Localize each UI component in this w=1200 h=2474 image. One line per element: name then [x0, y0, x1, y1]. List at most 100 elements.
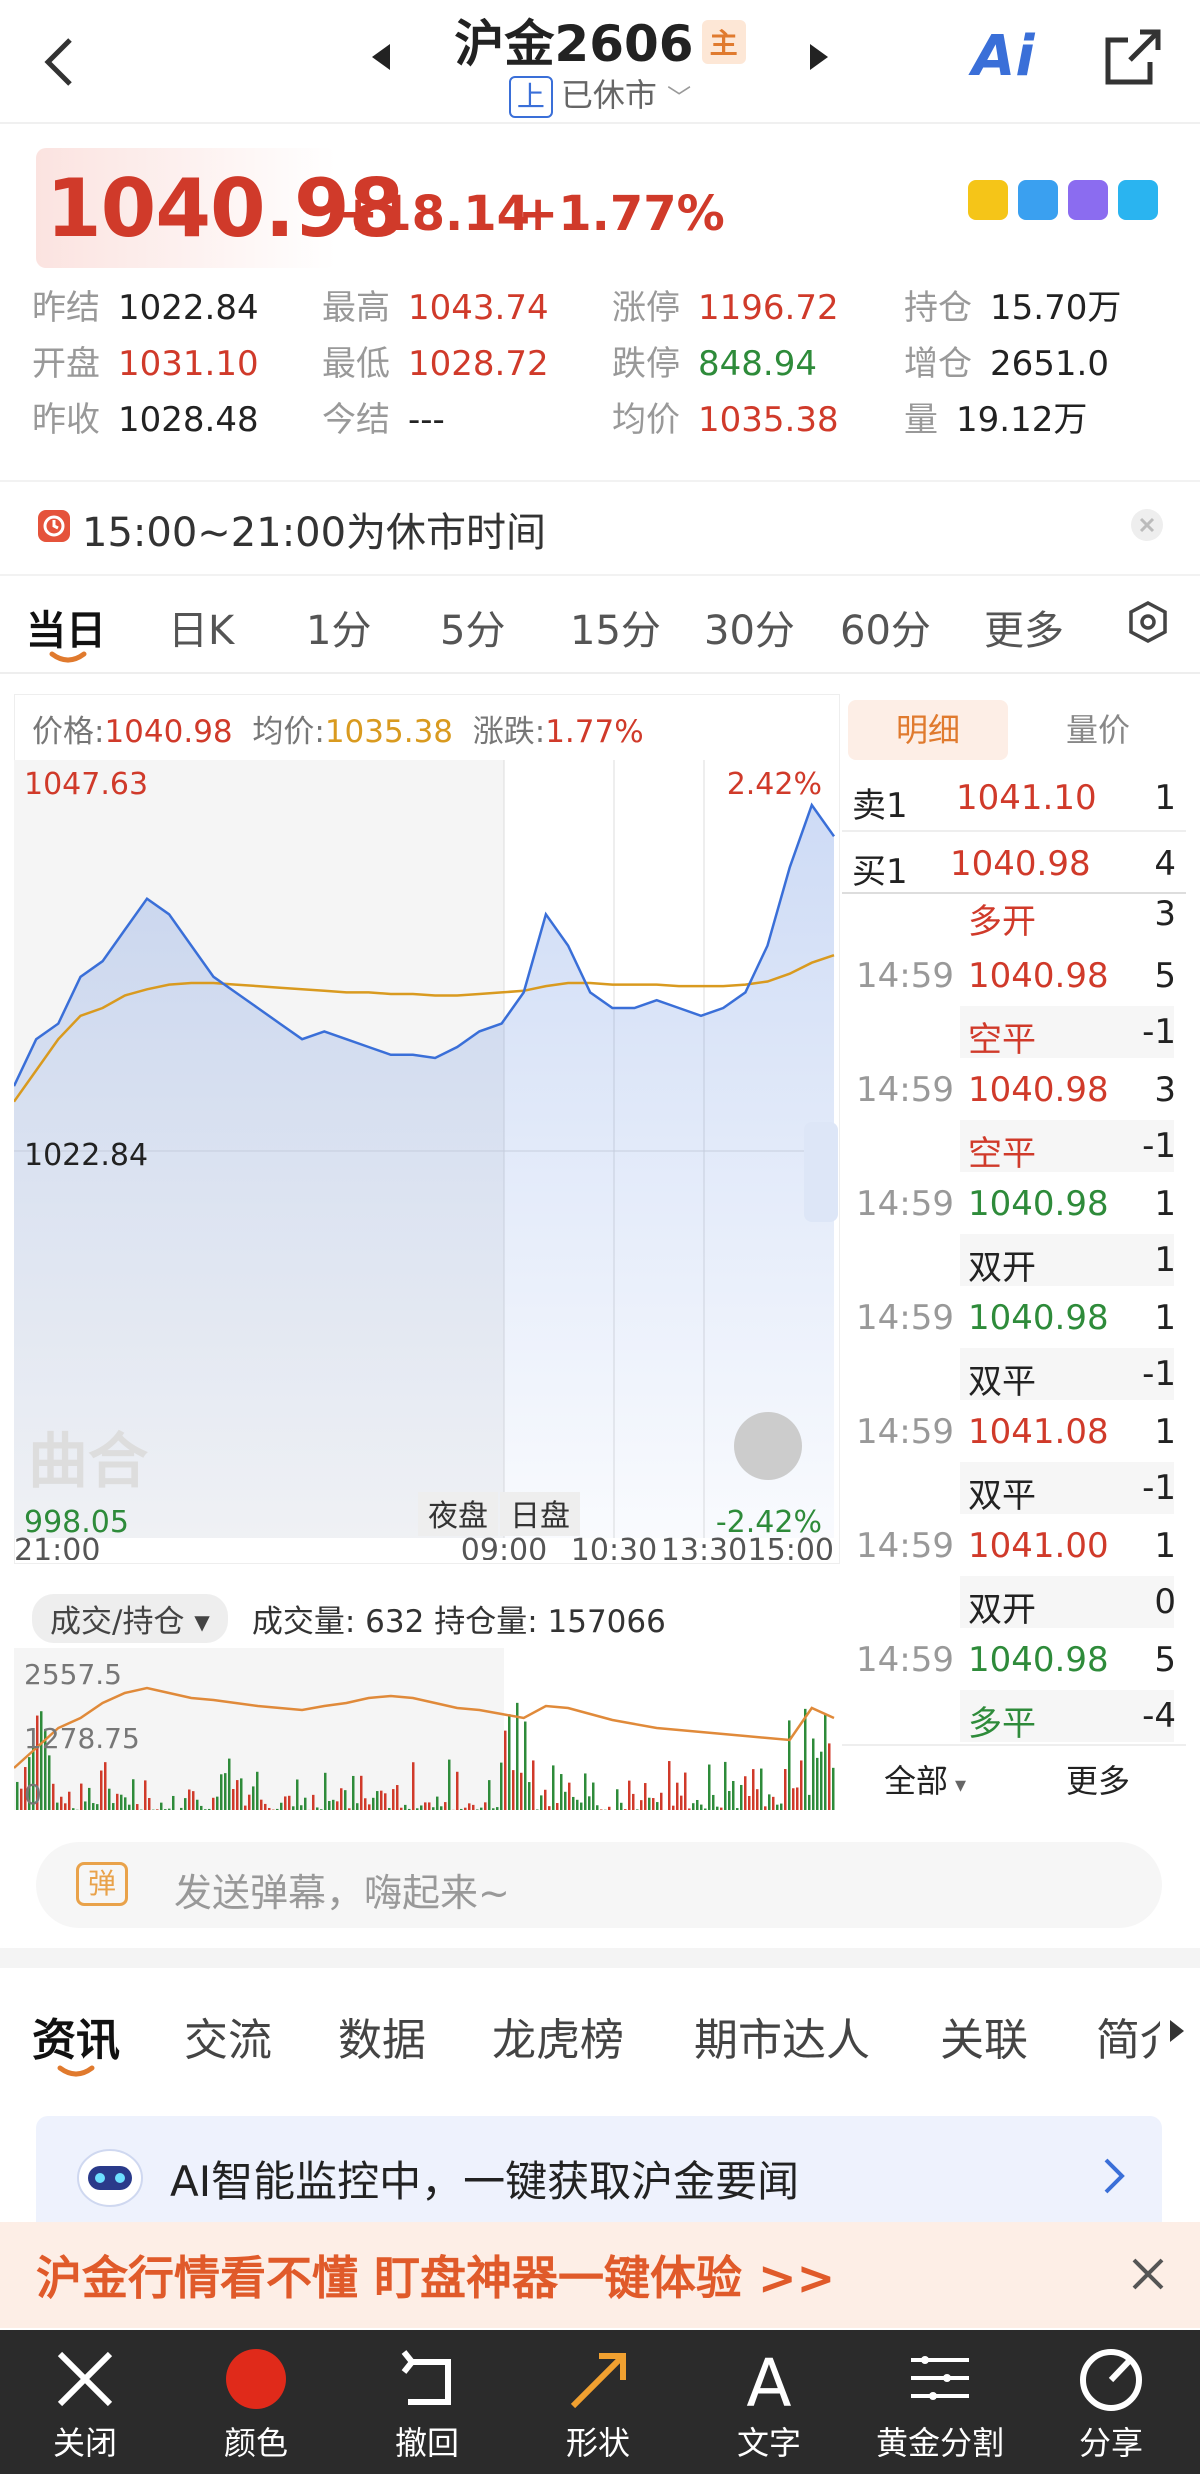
x-tick-label: 21:00 — [14, 1533, 100, 1560]
volume-bar — [68, 1791, 71, 1810]
tab-period[interactable]: 30分 — [704, 598, 795, 656]
volume-bar — [592, 1782, 595, 1810]
trade-time: 14:59 — [856, 1640, 954, 1680]
news-tab[interactable]: 简介 — [1096, 2004, 1160, 2068]
stat-item: 增仓 2651.0 — [904, 344, 1109, 384]
volume-bar — [116, 1793, 119, 1810]
caret-down-icon: ▾ — [948, 1773, 967, 1798]
volume-bar — [128, 1804, 131, 1810]
tab-period[interactable]: 1分 — [306, 598, 371, 656]
volume-bar — [792, 1788, 795, 1810]
volume-chart[interactable]: 2557.5 1278.75 0 — [14, 1648, 840, 1810]
volume-bar — [84, 1801, 87, 1810]
volume-bar — [48, 1755, 51, 1810]
volume-bar — [500, 1762, 503, 1810]
share-external-icon[interactable] — [1100, 26, 1164, 90]
volume-selector[interactable]: 成交/持仓 ▾ — [32, 1594, 228, 1643]
trade-type: 双平 — [968, 1476, 1036, 1516]
ai-assistant-button[interactable]: Ai — [972, 24, 1035, 89]
expand-panel-handle[interactable] — [804, 1122, 838, 1222]
tab-period[interactable]: 当日 — [26, 598, 106, 656]
news-tab[interactable]: 龙虎榜 — [492, 2004, 624, 2068]
intraday-chart[interactable]: 1047.63 2.42%1022.84998.05 -2.42%曲合夜盘 日盘21:… — [14, 760, 840, 1560]
volume-bar — [560, 1774, 563, 1810]
trade-type: 双平 — [968, 1362, 1036, 1402]
tab-period[interactable]: 日K — [168, 598, 234, 656]
volume-bar — [548, 1806, 551, 1810]
volume-bar — [724, 1761, 727, 1810]
news-tab[interactable]: 关联 — [940, 2004, 1028, 2068]
volume-bar — [400, 1807, 403, 1810]
stat-value: 848.94 — [698, 344, 817, 384]
news-tab[interactable]: 交流 — [184, 2004, 272, 2068]
tab-period[interactable]: 5分 — [440, 598, 505, 656]
volume-bar — [804, 1708, 807, 1810]
volume-bar — [432, 1807, 435, 1810]
close-notice-icon[interactable] — [1130, 508, 1164, 542]
fullscreen-icon[interactable] — [734, 1412, 802, 1480]
stat-item: 量 19.12万 — [904, 400, 1087, 440]
text-icon: A — [746, 2345, 791, 2414]
stat-item: 最高 1043.74 — [322, 288, 549, 328]
stat-item: 最低 1028.72 — [322, 344, 549, 384]
indicator-settings-icon[interactable] — [1126, 600, 1170, 644]
volume-bar — [436, 1796, 439, 1810]
tab-period[interactable]: 更多 — [984, 598, 1064, 656]
detail-tab[interactable]: 量价 — [1018, 700, 1178, 760]
idea-icon[interactable] — [1068, 180, 1108, 220]
stat-item: 昨结 1022.84 — [32, 288, 259, 328]
news-tab[interactable]: 期市达人 — [694, 2004, 870, 2068]
volume-bar — [348, 1808, 351, 1810]
news-tab[interactable]: 资讯 — [32, 2004, 120, 2068]
volume-bar — [492, 1808, 495, 1810]
tool-text[interactable]: A 文字 — [684, 2330, 854, 2474]
chart-chg: 1.77% — [545, 714, 644, 750]
stat-item: 开盘 1031.10 — [32, 344, 259, 384]
volume-bar — [352, 1775, 355, 1810]
watch-icon[interactable] — [968, 180, 1008, 220]
volume-bar — [120, 1794, 123, 1810]
detail-tab[interactable]: 明细 — [848, 700, 1008, 760]
news-tab[interactable]: 数据 — [338, 2004, 426, 2068]
tool-label: 文字 — [736, 2424, 801, 2462]
compare-icon[interactable] — [1018, 180, 1058, 220]
volume-bar — [380, 1790, 383, 1810]
analysis-icon[interactable] — [1118, 180, 1158, 220]
trade-filter[interactable]: 全部 ▾ — [884, 1756, 966, 1802]
tool-share[interactable]: 分享 — [1026, 2330, 1196, 2474]
volume-bar — [672, 1805, 675, 1810]
stat-item: 跌停 848.94 — [612, 344, 817, 384]
volume-bar — [60, 1796, 63, 1810]
tool-arrow[interactable]: 形状 — [513, 2330, 683, 2474]
volume-bar — [184, 1798, 187, 1810]
tool-close[interactable]: 关闭 — [0, 2330, 170, 2474]
volume-bar — [576, 1799, 579, 1810]
volume-bar — [796, 1787, 799, 1810]
session-tag: 夜盘 — [428, 1499, 488, 1534]
news-tabs-arrow-icon[interactable] — [1166, 2016, 1186, 2046]
trade-volume: 5 — [1154, 956, 1176, 996]
close-promo-icon[interactable] — [1130, 2256, 1166, 2292]
volume-bar — [472, 1804, 475, 1810]
trade-more[interactable]: 更多 — [1066, 1756, 1130, 1802]
volume-bar — [508, 1714, 511, 1810]
volume-bar — [608, 1806, 611, 1810]
volume-bar — [224, 1773, 227, 1810]
volume-bar — [544, 1789, 547, 1810]
tool-undo[interactable]: 撤回 — [342, 2330, 512, 2474]
tab-period[interactable]: 15分 — [570, 598, 661, 656]
volume-bar — [96, 1804, 99, 1810]
volume-bar — [656, 1802, 659, 1810]
volume-bar — [396, 1785, 399, 1810]
volume-bar — [768, 1794, 771, 1810]
tool-golden-ratio[interactable]: 黄金分割 — [855, 2330, 1025, 2474]
volume-bar — [384, 1793, 387, 1810]
x-tick-label: 15:00 — [748, 1533, 834, 1560]
tool-color-dot[interactable]: 颜色 — [171, 2330, 341, 2474]
volume-bar — [584, 1773, 587, 1810]
trade-price: 1040.98 — [968, 1184, 1109, 1224]
tab-period[interactable]: 60分 — [840, 598, 931, 656]
next-contract-icon[interactable] — [806, 42, 830, 72]
svg-text:A: A — [746, 2345, 791, 2414]
stat-label: 最高 — [322, 288, 390, 328]
